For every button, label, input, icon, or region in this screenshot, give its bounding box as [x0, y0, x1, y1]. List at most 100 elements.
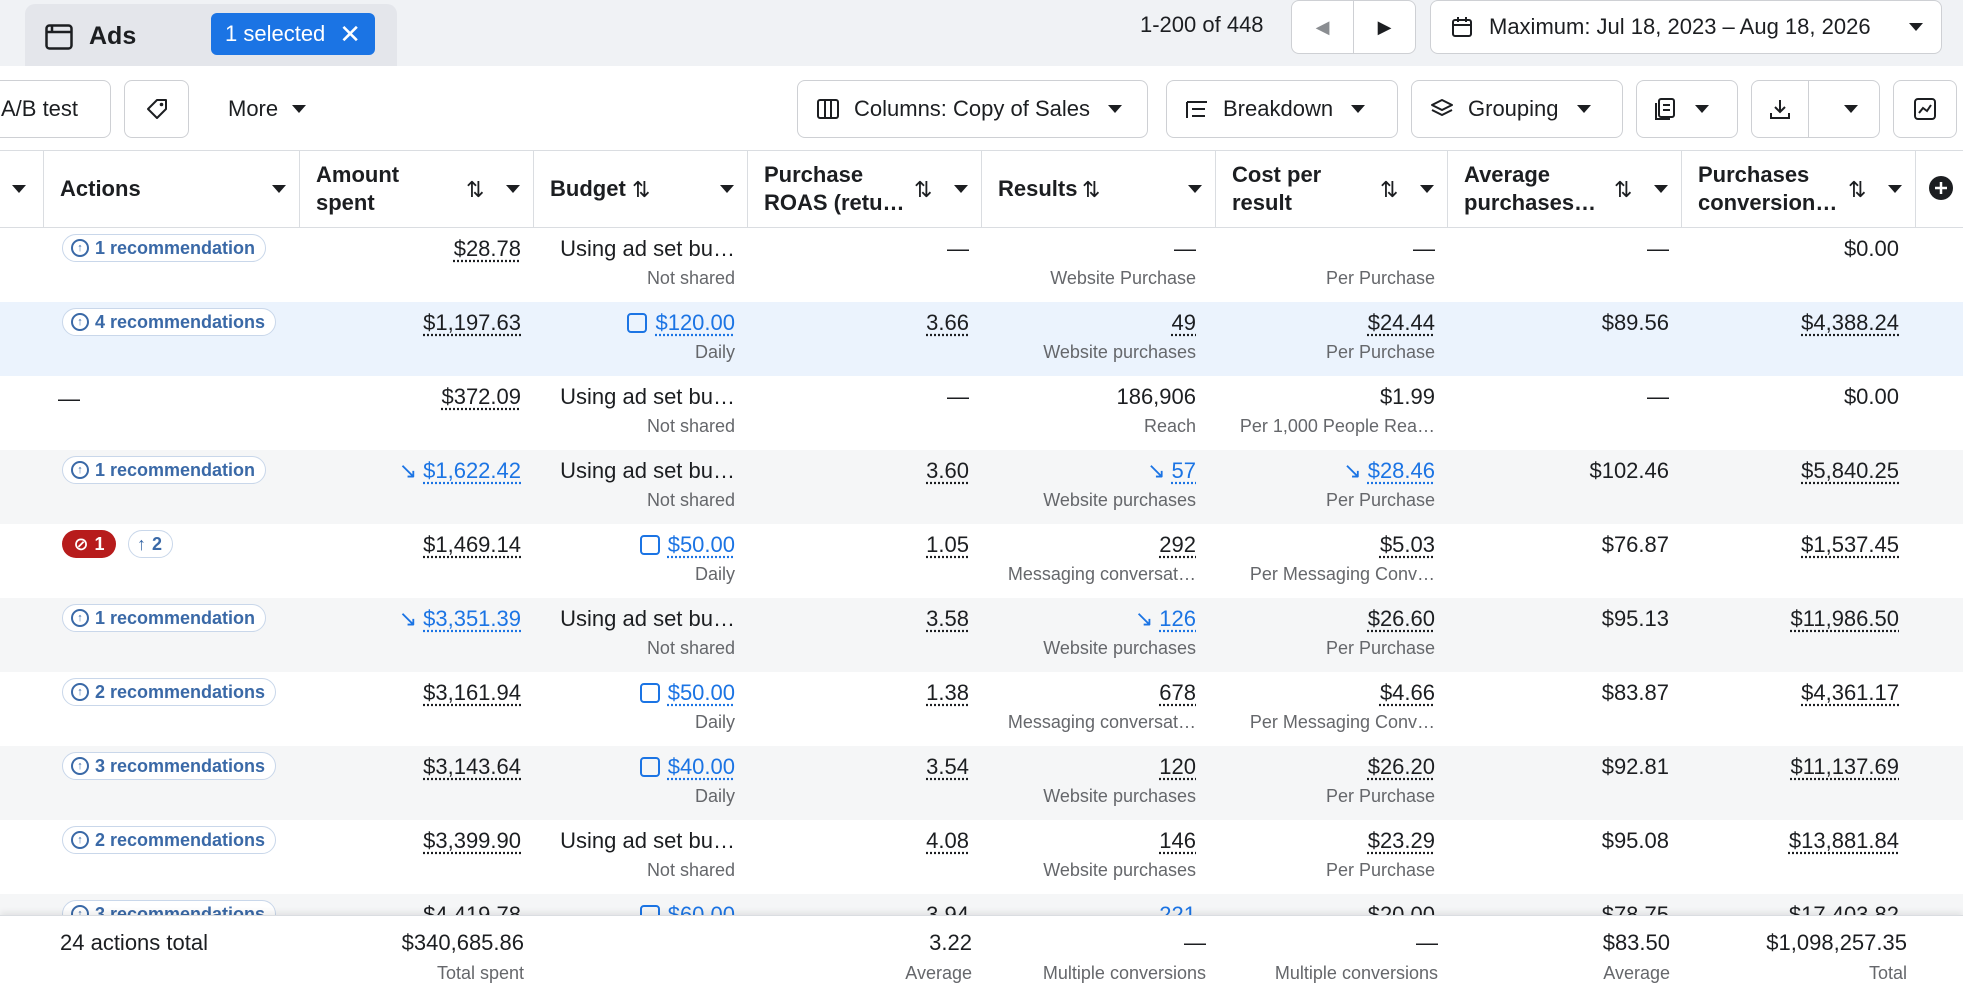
- cost-per-result-cell[interactable]: $4.66: [1380, 680, 1435, 706]
- cost-per-result-cell[interactable]: $1.99: [1380, 384, 1435, 410]
- table-row[interactable]: ↑ 4 recommendations $1,197.63 $120.00 Daily 3…: [0, 302, 1963, 376]
- amount-spent-cell[interactable]: $1,197.63: [423, 310, 521, 336]
- amount-spent-cell[interactable]: $28.78: [454, 236, 521, 262]
- budget-cell[interactable]: $50.00: [639, 532, 735, 558]
- sort-icon[interactable]: ⇅: [1614, 177, 1632, 203]
- clear-selection-icon[interactable]: ✕: [339, 21, 361, 47]
- roas-value[interactable]: 1.38: [926, 680, 969, 706]
- sort-icon[interactable]: ⇅: [1848, 177, 1866, 203]
- error-badge[interactable]: ⊘ 1: [62, 530, 116, 558]
- date-range-button[interactable]: Maximum: Jul 18, 2023 – Aug 18, 2026: [1430, 0, 1942, 54]
- results-cell[interactable]: 186,906: [1116, 384, 1196, 410]
- ab-test-button[interactable]: A/B test: [0, 80, 111, 138]
- ads-tab[interactable]: Ads 1 selected ✕: [25, 4, 397, 66]
- amount-spent-cell[interactable]: $372.09: [441, 384, 521, 410]
- table-row[interactable]: ↑ 1 recommendation ↘ $1,622.42 Using ad set …: [0, 450, 1963, 524]
- selected-chip[interactable]: 1 selected ✕: [211, 13, 376, 55]
- purchases-conversion-cell[interactable]: $11,986.50: [1791, 606, 1899, 632]
- table-row[interactable]: ↑ 1 recommendation ↘ $3,351.39 Using ad set …: [0, 598, 1963, 672]
- sort-icon[interactable]: ⇅: [914, 177, 932, 203]
- table-row[interactable]: — $372.09 Using ad set bu… Not shared — 186,9…: [0, 376, 1963, 450]
- cost-per-result-cell[interactable]: ↘ $28.46: [1343, 458, 1435, 484]
- column-header-amount-spent[interactable]: Amount spent ⇅: [300, 151, 534, 227]
- cost-per-result-cell[interactable]: —: [1413, 236, 1435, 262]
- sort-icon[interactable]: ⇅: [466, 177, 484, 203]
- amount-spent-cell[interactable]: $1,469.14: [423, 532, 521, 558]
- roas-value[interactable]: —: [947, 236, 969, 262]
- column-header-purchases-conversion[interactable]: Purchases conversion… ⇅: [1682, 151, 1916, 227]
- sort-icon[interactable]: ⇅: [1380, 177, 1398, 203]
- table-row[interactable]: ↑ 1 recommendation $28.78 Using ad set bu… N…: [0, 228, 1963, 302]
- column-header-average-purchases[interactable]: Average purchases… ⇅: [1448, 151, 1682, 227]
- results-cell[interactable]: 146: [1159, 828, 1196, 854]
- results-cell[interactable]: 678: [1159, 680, 1196, 706]
- table-row[interactable]: ⊘ 1 ↑ 2 $1,469.14 $50.00 Daily 1.05 292 Messaging…: [0, 524, 1963, 598]
- budget-cell[interactable]: $120.00: [627, 310, 735, 336]
- recommendation-badge[interactable]: ↑ 2 recommendations: [62, 826, 277, 854]
- results-cell[interactable]: 49: [1172, 310, 1196, 336]
- cost-per-result-cell[interactable]: $24.44: [1368, 310, 1435, 336]
- cost-per-result-cell[interactable]: $23.29: [1368, 828, 1435, 854]
- roas-value[interactable]: 3.60: [926, 458, 969, 484]
- more-button[interactable]: More: [210, 80, 325, 138]
- sort-icon[interactable]: ⇅: [632, 177, 650, 203]
- purchases-conversion-cell[interactable]: $13,881.84: [1789, 828, 1899, 854]
- results-cell[interactable]: ↘ 126: [1135, 606, 1196, 632]
- results-cell[interactable]: ↘ 57: [1147, 458, 1196, 484]
- roas-value[interactable]: 1.05: [926, 532, 969, 558]
- table-row[interactable]: ↑ 3 recommendations $3,143.64 $40.00 Daily 3.…: [0, 746, 1963, 820]
- column-header-roas[interactable]: Purchase ROAS (retu… ⇅: [748, 151, 982, 227]
- add-column-button[interactable]: [1928, 175, 1954, 206]
- column-header-results[interactable]: Results ⇅: [982, 151, 1216, 227]
- recommendation-badge[interactable]: ↑ 3 recommendations: [62, 752, 277, 780]
- column-header-actions[interactable]: Actions: [44, 151, 300, 227]
- table-row[interactable]: ↑ 2 recommendations $3,161.94 $50.00 Daily 1.…: [0, 672, 1963, 746]
- column-header-budget[interactable]: Budget ⇅: [534, 151, 748, 227]
- purchases-conversion-cell[interactable]: $5,840.25: [1801, 458, 1899, 484]
- budget-cell[interactable]: $40.00: [639, 754, 735, 780]
- amount-spent-cell[interactable]: $3,399.90: [423, 828, 521, 854]
- cost-per-result-cell[interactable]: $26.60: [1368, 606, 1435, 632]
- results-cell[interactable]: —: [1174, 236, 1196, 262]
- column-header-previous[interactable]: [0, 151, 44, 227]
- cost-per-result-cell[interactable]: $26.20: [1368, 754, 1435, 780]
- recommendation-badge[interactable]: ↑ 4 recommendations: [62, 308, 277, 336]
- amount-spent-cell[interactable]: $3,161.94: [423, 680, 521, 706]
- recommendation-badge[interactable]: ↑ 2 recommendations: [62, 678, 277, 706]
- columns-button[interactable]: Columns: Copy of Sales: [797, 80, 1148, 138]
- purchases-conversion-cell[interactable]: $11,137.69: [1791, 754, 1899, 780]
- results-cell[interactable]: 120: [1159, 754, 1196, 780]
- amount-spent-cell[interactable]: ↘ $1,622.42: [399, 458, 521, 484]
- purchases-conversion-cell[interactable]: $4,361.17: [1801, 680, 1899, 706]
- charts-button[interactable]: [1893, 80, 1957, 138]
- tag-button[interactable]: [124, 80, 189, 138]
- recommendation-badge[interactable]: ↑ 2: [128, 530, 174, 558]
- previous-page-button[interactable]: ◀: [1291, 0, 1354, 54]
- grouping-button[interactable]: Grouping: [1411, 80, 1623, 138]
- amount-spent-cell[interactable]: $3,143.64: [423, 754, 521, 780]
- reports-button[interactable]: [1636, 80, 1738, 138]
- export-options-button[interactable]: [1823, 81, 1879, 137]
- amount-spent-cell[interactable]: ↘ $3,351.39: [399, 606, 521, 632]
- budget-cell[interactable]: $50.00: [639, 680, 735, 706]
- roas-value[interactable]: 4.08: [926, 828, 969, 854]
- table-row[interactable]: ↑ 2 recommendations $3,399.90 Using ad set …: [0, 820, 1963, 894]
- purchases-conversion-cell[interactable]: $4,388.24: [1801, 310, 1899, 336]
- export-button[interactable]: [1752, 81, 1809, 137]
- roas-value[interactable]: —: [947, 384, 969, 410]
- recommendation-badge[interactable]: ↑ 1 recommendation: [62, 456, 267, 484]
- recommendation-badge[interactable]: ↑ 1 recommendation: [62, 604, 267, 632]
- roas-value[interactable]: 3.58: [926, 606, 969, 632]
- recommendation-badge[interactable]: ↑ 1 recommendation: [62, 234, 267, 262]
- results-cell[interactable]: 292: [1159, 532, 1196, 558]
- roas-value[interactable]: 3.54: [926, 754, 969, 780]
- next-page-button[interactable]: ▶: [1353, 0, 1416, 54]
- purchases-conversion-cell[interactable]: $0.00: [1844, 236, 1899, 262]
- cost-per-result-cell[interactable]: $5.03: [1380, 532, 1435, 558]
- breakdown-button[interactable]: Breakdown: [1166, 80, 1398, 138]
- sort-icon[interactable]: ⇅: [1082, 177, 1100, 203]
- roas-value[interactable]: 3.66: [926, 310, 969, 336]
- purchases-conversion-cell[interactable]: $0.00: [1844, 384, 1899, 410]
- purchases-conversion-cell[interactable]: $1,537.45: [1801, 532, 1899, 558]
- column-header-cost-per-result[interactable]: Cost per result ⇅: [1216, 151, 1448, 227]
